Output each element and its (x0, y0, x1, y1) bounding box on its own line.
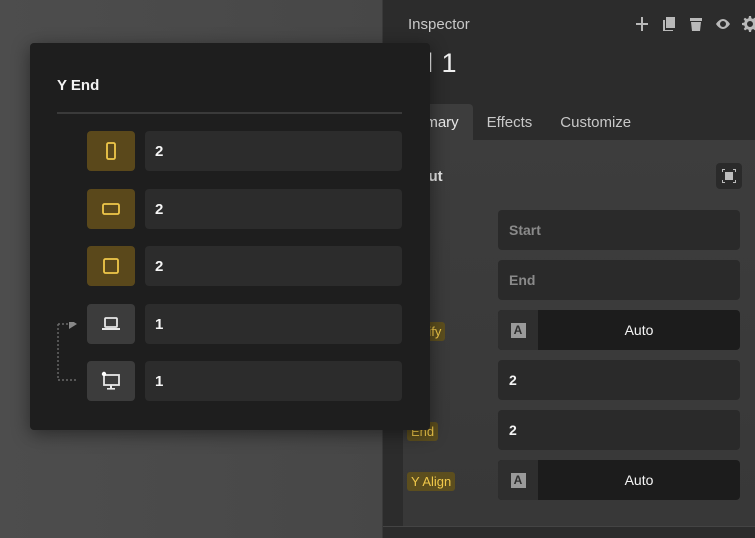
frame-icon (722, 169, 736, 183)
inspector-title: Inspector (408, 15, 470, 33)
settings-icon[interactable] (741, 14, 755, 34)
layout-options-button[interactable] (716, 163, 742, 189)
select-value: Auto (624, 472, 654, 488)
row-y-end: End 2 (403, 410, 755, 450)
auto-icon: A (498, 310, 538, 350)
panel-footer (383, 526, 755, 538)
delete-icon[interactable] (687, 14, 705, 34)
breakpoint-popup: Y End 2 2 2 1 1 (30, 43, 430, 430)
inspector-panel: Inspector ell 1 rimary Effects Customize… (382, 0, 755, 538)
move-icon[interactable] (633, 14, 651, 34)
inheritance-connector (57, 322, 77, 381)
y-align-select[interactable]: A Auto (498, 460, 740, 500)
visibility-icon[interactable] (714, 14, 732, 34)
breakpoint-row: 1 (87, 361, 402, 401)
row-x-end: nd End (403, 260, 755, 300)
breakpoint-value[interactable]: 1 (145, 361, 402, 401)
layout-panel: yout art Start nd End ustify A Auto art … (403, 140, 755, 526)
tablet-icon[interactable] (87, 246, 135, 286)
divider (57, 112, 402, 114)
row-y-align: Y Align A Auto (403, 460, 755, 500)
breakpoint-value[interactable]: 1 (145, 304, 402, 344)
tab-customize[interactable]: Customize (546, 104, 645, 140)
x-justify-select[interactable]: A Auto (498, 310, 740, 350)
y-start-input[interactable]: 2 (498, 360, 740, 400)
row-x-start: art Start (403, 210, 755, 250)
phone-landscape-icon[interactable] (87, 189, 135, 229)
x-end-input[interactable]: End (498, 260, 740, 300)
desktop-icon[interactable] (87, 361, 135, 401)
select-value: Auto (624, 322, 654, 338)
phone-portrait-icon[interactable] (87, 131, 135, 171)
inspector-tabs: rimary Effects Customize (403, 104, 645, 140)
breakpoint-value[interactable]: 2 (145, 246, 402, 286)
tab-effects[interactable]: Effects (473, 104, 547, 140)
y-end-input[interactable]: 2 (498, 410, 740, 450)
inspector-toolbar (633, 14, 755, 34)
breakpoint-value[interactable]: 2 (145, 189, 402, 229)
duplicate-icon[interactable] (660, 14, 678, 34)
row-x-justify: ustify A Auto (403, 310, 755, 350)
auto-icon: A (498, 460, 538, 500)
breakpoint-row: 2 (87, 246, 402, 286)
popup-title: Y End (57, 77, 100, 94)
breakpoint-row: 1 (87, 304, 402, 344)
laptop-icon[interactable] (87, 304, 135, 344)
breakpoint-row: 2 (87, 131, 402, 171)
row-y-start: art 2 (403, 360, 755, 400)
breakpoint-value[interactable]: 2 (145, 131, 402, 171)
x-start-input[interactable]: Start (498, 210, 740, 250)
row-label: Y Align (407, 472, 456, 491)
breakpoint-row: 2 (87, 189, 402, 229)
